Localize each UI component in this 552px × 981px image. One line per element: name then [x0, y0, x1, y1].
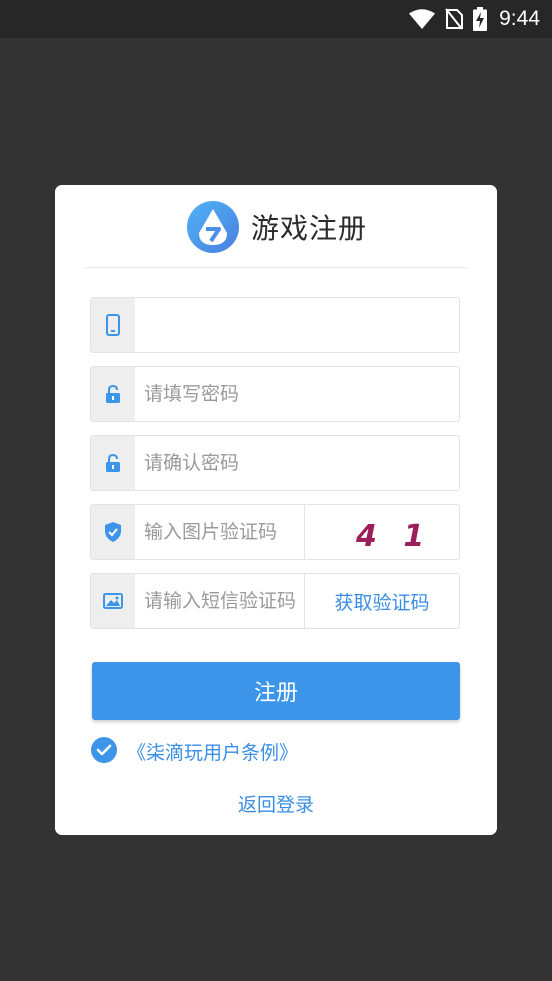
status-time: 9:44 [499, 7, 540, 30]
password-icon-box [91, 367, 135, 421]
phone-field [90, 297, 460, 353]
register-button[interactable]: 注册 [92, 662, 460, 720]
get-code-button[interactable]: 获取验证码 [304, 574, 459, 628]
svg-text:4 1 8 2: 4 1 8 2 [355, 519, 442, 554]
game-logo-icon [187, 201, 239, 253]
image-icon [103, 593, 123, 609]
wifi-icon [409, 9, 436, 29]
confirm-password-icon-box [91, 436, 135, 490]
card-header: 游戏注册 [55, 185, 497, 267]
agreement-link[interactable]: 《柒滴玩用户条例》 [127, 738, 298, 765]
lock-icon [106, 453, 120, 472]
phone-icon [106, 314, 120, 336]
captcha-input[interactable] [135, 505, 305, 559]
sms-code-input[interactable] [135, 574, 305, 628]
back-to-login-link[interactable]: 返回登录 [55, 790, 497, 817]
sms-code-field: 获取验证码 [90, 573, 460, 629]
captcha-icon-box [91, 505, 135, 559]
password-input[interactable] [135, 367, 459, 421]
password-field [90, 366, 460, 422]
confirm-password-field [90, 435, 460, 491]
register-card: 游戏注册 输入图片验证码 4 1 请输入短信验证码 获取验证码 注册 《柒滴玩用… [55, 185, 497, 835]
divider [85, 267, 467, 268]
get-code-label: 获取验证码 [334, 591, 430, 614]
phone-input[interactable] [135, 298, 459, 352]
captcha-image-graphic: 4 1 8 2 [355, 519, 442, 554]
lock-icon [106, 384, 120, 403]
captcha-field: 4 1 8 2 [90, 504, 460, 560]
agreement-checkbox[interactable] [91, 737, 117, 763]
phone-icon-box [91, 298, 135, 352]
checkmark-icon [96, 744, 112, 756]
page-title: 游戏注册 [251, 212, 368, 245]
status-bar: 9:44 [0, 0, 552, 38]
confirm-password-input[interactable] [135, 436, 459, 490]
shield-check-icon [105, 522, 121, 542]
sms-icon-box [91, 574, 135, 628]
no-sim-icon [445, 8, 464, 30]
captcha-image[interactable]: 4 1 8 2 [304, 505, 459, 559]
battery-charging-icon [473, 7, 488, 31]
